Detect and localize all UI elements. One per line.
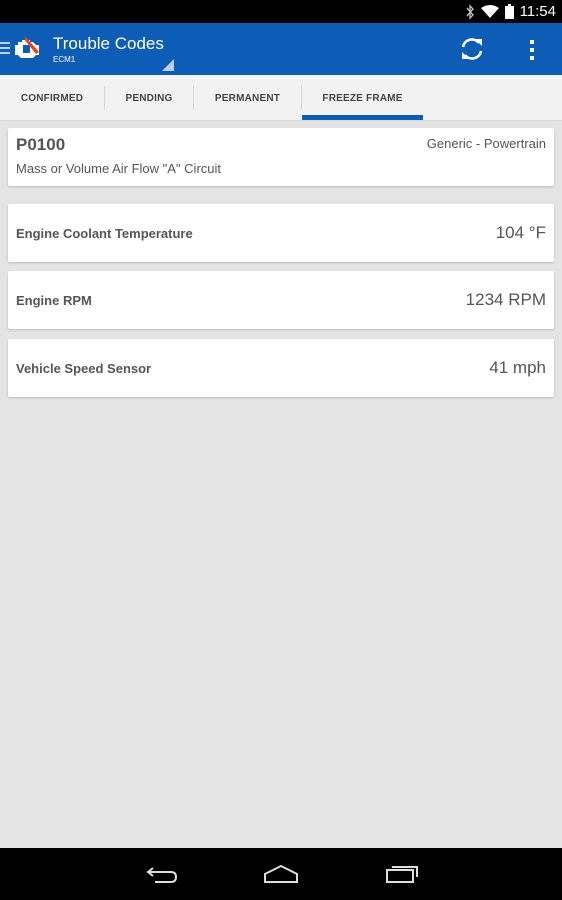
tab-pending[interactable]: PENDING	[105, 75, 193, 121]
tab-bar: CONFIRMED PENDING PERMANENT FREEZE FRAME	[0, 75, 562, 121]
system-nav-bar	[0, 848, 562, 900]
status-time: 11:54	[519, 3, 556, 20]
action-bar: Trouble Codes ECM1	[0, 23, 562, 75]
dtc-description: Mass or Volume Air Flow "A" Circuit	[16, 161, 222, 176]
dtc-category: Generic - Powertrain	[426, 136, 546, 151]
title-block[interactable]: Trouble Codes ECM1	[53, 34, 164, 65]
overflow-menu-icon[interactable]	[522, 38, 542, 62]
dropdown-indicator-icon[interactable]	[162, 59, 174, 71]
freeze-frame-row[interactable]: Engine Coolant Temperature 104 °F	[8, 204, 554, 262]
page-title: Trouble Codes	[53, 34, 164, 53]
param-label: Engine RPM	[16, 293, 92, 308]
home-icon[interactable]	[263, 864, 299, 884]
dtc-card[interactable]: P0100 Generic - Powertrain Mass or Volum…	[8, 128, 554, 186]
wifi-icon	[480, 4, 499, 18]
param-value: 1234 RPM	[465, 290, 546, 309]
engine-check-icon[interactable]	[12, 35, 42, 61]
back-icon[interactable]	[145, 864, 179, 884]
param-label: Vehicle Speed Sensor	[16, 361, 152, 376]
freeze-frame-row[interactable]: Vehicle Speed Sensor 41 mph	[8, 339, 554, 397]
param-label: Engine Coolant Temperature	[16, 226, 193, 241]
bluetooth-icon	[466, 3, 474, 20]
param-value: 41 mph	[489, 358, 546, 377]
status-bar: 11:54	[0, 0, 562, 23]
selected-tab-indicator	[302, 115, 423, 120]
freeze-frame-row[interactable]: Engine RPM 1234 RPM	[8, 271, 554, 329]
nav-drawer-icon[interactable]	[0, 39, 10, 57]
battery-icon	[504, 4, 514, 19]
recent-apps-icon[interactable]	[385, 862, 419, 884]
tab-confirmed[interactable]: CONFIRMED	[0, 75, 104, 121]
page-subtitle: ECM1	[53, 55, 76, 64]
refresh-icon[interactable]	[458, 36, 486, 62]
tab-permanent[interactable]: PERMANENT	[194, 75, 301, 121]
param-value: 104 °F	[495, 223, 546, 242]
dtc-code: P0100	[16, 135, 66, 154]
